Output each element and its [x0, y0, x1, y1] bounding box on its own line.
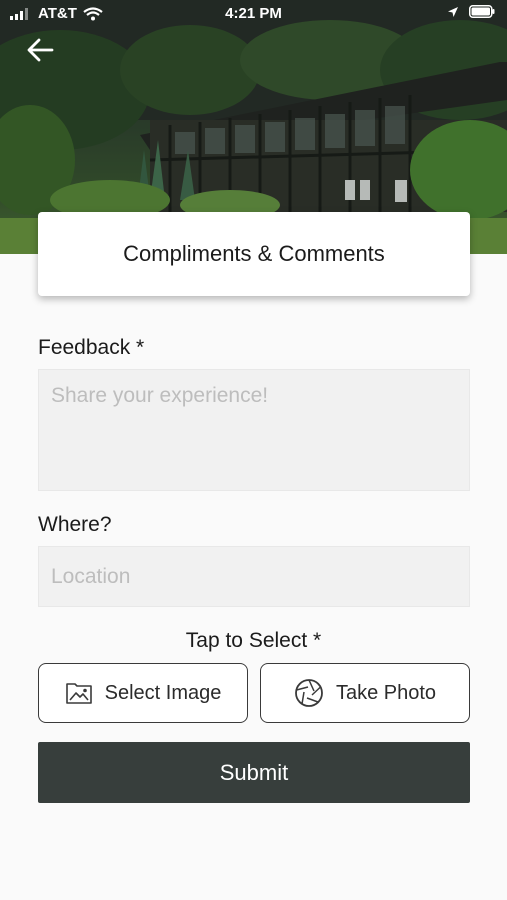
page-title-card: Compliments & Comments	[38, 212, 470, 296]
select-image-label: Select Image	[104, 681, 222, 704]
image-icon	[65, 683, 92, 704]
tap-to-select-label: Tap to Select *	[185, 629, 322, 652]
battery-icon	[469, 5, 495, 18]
location-arrow-icon	[448, 6, 458, 17]
submit-button[interactable]: Submit	[38, 742, 470, 803]
back-arrow-icon	[27, 38, 54, 62]
page-title: Compliments & Comments	[123, 241, 385, 266]
location-input[interactable]	[38, 546, 470, 607]
back-button[interactable]	[22, 34, 58, 66]
where-label: Where?	[38, 513, 112, 536]
take-photo-label: Take Photo	[335, 681, 437, 704]
camera-aperture-icon	[295, 679, 323, 707]
status-bar-right	[447, 5, 495, 18]
take-photo-button[interactable]: Take Photo	[260, 663, 470, 723]
feedback-label: Feedback *	[38, 336, 145, 359]
status-time: 4:21 PM	[225, 5, 282, 22]
select-image-button[interactable]: Select Image	[38, 663, 248, 723]
submit-label: Submit	[219, 759, 289, 785]
feedback-textarea[interactable]	[38, 369, 470, 491]
status-bar: AT&T 4:21 PM	[0, 0, 507, 28]
